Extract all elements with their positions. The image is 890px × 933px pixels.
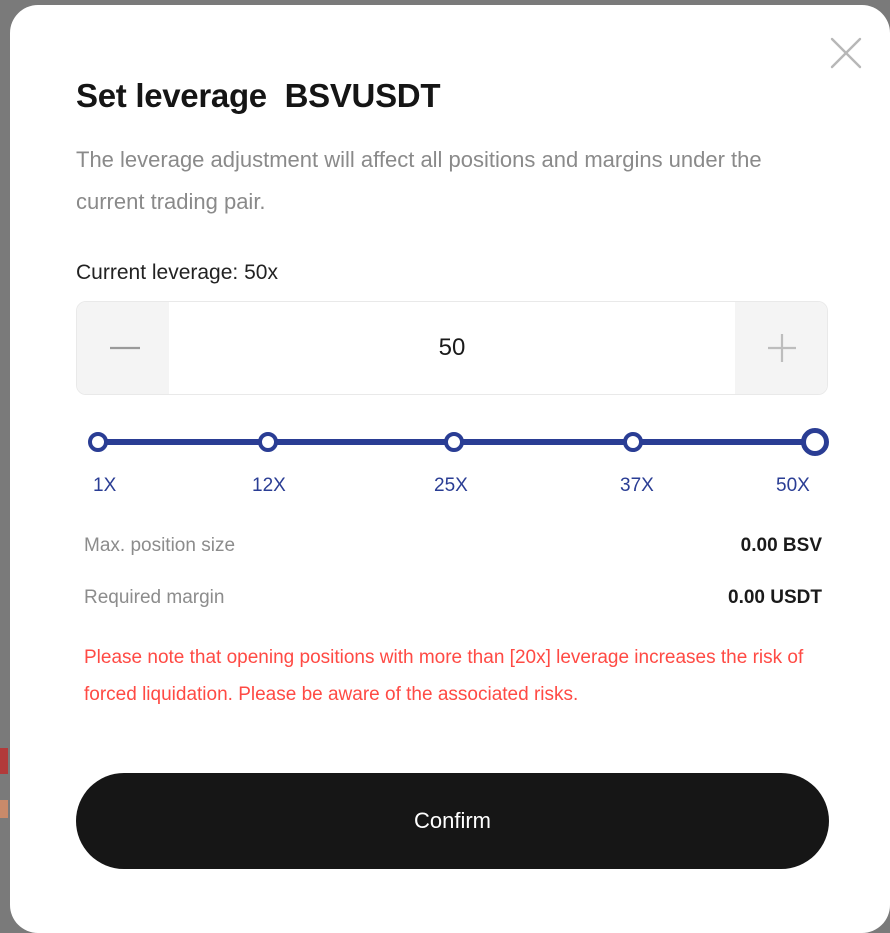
risk-warning: Please note that opening positions with … <box>84 647 804 705</box>
slider-node-1x[interactable] <box>88 432 108 452</box>
background-edge-mark <box>0 748 8 774</box>
increase-button[interactable] <box>735 302 827 394</box>
slider-tick-label[interactable]: 12X <box>252 475 286 497</box>
decrease-button[interactable] <box>77 302 169 394</box>
minus-icon <box>110 346 140 350</box>
max-position-value: 0.00 BSV <box>740 535 822 556</box>
background-edge-mark <box>0 800 8 818</box>
leverage-stepper <box>76 301 828 395</box>
leverage-dialog: Set leverage BSVUSDT The leverage adjust… <box>10 5 890 933</box>
leverage-slider[interactable] <box>88 425 829 465</box>
slider-tick-label[interactable]: 25X <box>434 475 468 497</box>
required-margin-value: 0.00 USDT <box>728 587 822 608</box>
slider-tick-label[interactable]: 1X <box>93 475 116 497</box>
dialog-title: Set leverage BSVUSDT <box>76 77 441 114</box>
required-margin-row: Required margin 0.00 USDT <box>84 587 822 617</box>
slider-node-37x[interactable] <box>623 432 643 452</box>
slider-tick-label[interactable]: 37X <box>620 475 654 497</box>
slider-tick-label[interactable]: 50X <box>776 475 810 497</box>
slider-node-12x[interactable] <box>258 432 278 452</box>
slider-handle-50x[interactable] <box>801 428 829 456</box>
required-margin-label: Required margin <box>84 587 225 608</box>
max-position-row: Max. position size 0.00 BSV <box>84 535 822 565</box>
plus-icon <box>768 334 796 362</box>
dialog-description: The leverage adjustment will affect all … <box>76 147 762 214</box>
confirm-button[interactable]: Confirm <box>76 773 829 869</box>
slider-node-25x[interactable] <box>444 432 464 452</box>
close-button[interactable] <box>828 35 864 71</box>
current-leverage-label: Current leverage: 50x <box>76 261 278 284</box>
close-icon <box>830 37 862 69</box>
leverage-input[interactable] <box>169 302 735 394</box>
max-position-label: Max. position size <box>84 535 236 556</box>
